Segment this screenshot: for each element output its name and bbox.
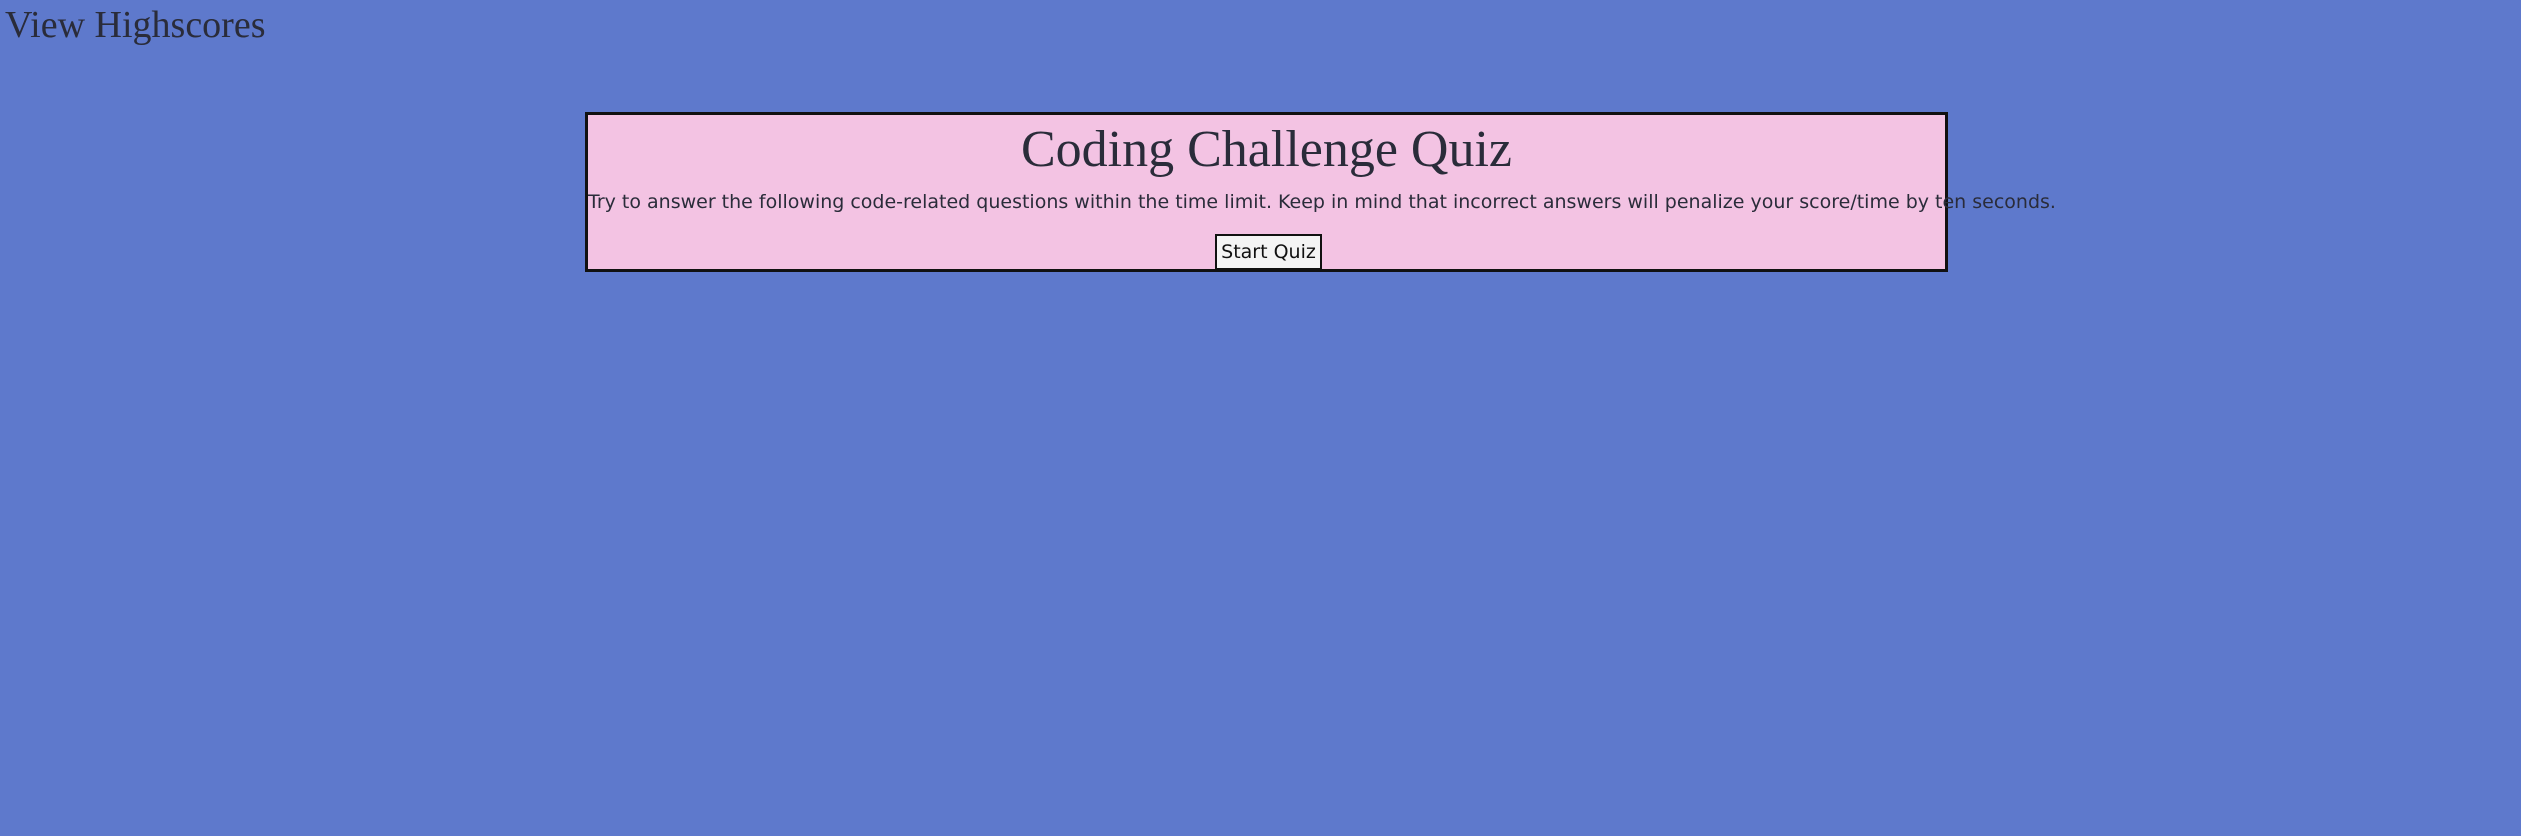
quiz-description: Try to answer the following code-related… xyxy=(588,191,2056,213)
quiz-title: Coding Challenge Quiz xyxy=(1020,121,1513,178)
quiz-intro-card: Coding Challenge Quiz Try to answer the … xyxy=(585,112,2056,272)
view-highscores-link[interactable]: View Highscores xyxy=(5,2,266,48)
start-quiz-button[interactable]: Start Quiz xyxy=(1215,234,1322,270)
